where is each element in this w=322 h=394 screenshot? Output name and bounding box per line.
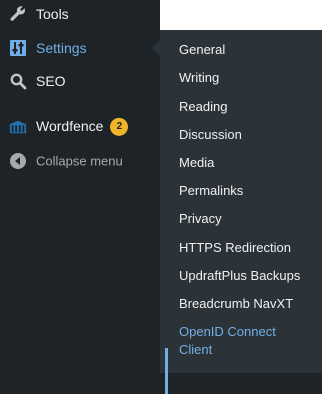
submenu-item-openid-connect-client[interactable]: OpenID Connect Client bbox=[160, 323, 322, 359]
menu-item-label: Collapse menu bbox=[36, 153, 123, 169]
collapse-menu-button[interactable]: Collapse menu bbox=[0, 144, 160, 178]
submenu-item-privacy[interactable]: Privacy bbox=[160, 210, 322, 228]
menu-item-label: Wordfence bbox=[36, 117, 104, 134]
content-area bbox=[160, 0, 322, 30]
admin-sidebar-menu: Tools Settings SEO Wordfence 2 Collapse … bbox=[0, 0, 160, 373]
notification-badge: 2 bbox=[110, 118, 129, 137]
menu-item-tools[interactable]: Tools bbox=[0, 0, 160, 31]
wrench-icon bbox=[9, 5, 27, 23]
submenu-item-updraftplus-backups[interactable]: UpdraftPlus Backups bbox=[160, 267, 322, 285]
submenu-item-permalinks[interactable]: Permalinks bbox=[160, 182, 322, 200]
submenu-item-https-redirection[interactable]: HTTPS Redirection bbox=[160, 239, 322, 257]
menu-item-label: Tools bbox=[36, 6, 69, 22]
menu-item-settings[interactable]: Settings bbox=[0, 31, 160, 65]
collapse-arrow-icon bbox=[9, 152, 27, 170]
submenu-item-label: OpenID Connect bbox=[179, 324, 276, 339]
wordfence-icon bbox=[9, 118, 27, 136]
submenu-item-writing[interactable]: Writing bbox=[160, 69, 322, 87]
menu-item-label: SEO bbox=[36, 73, 66, 89]
submenu-item-media[interactable]: Media bbox=[160, 154, 322, 172]
submenu-item-general[interactable]: General bbox=[160, 41, 322, 59]
submenu-item-discussion[interactable]: Discussion bbox=[160, 126, 322, 144]
settings-submenu: General Writing Reading Discussion Media… bbox=[160, 30, 322, 394]
settings-sliders-icon bbox=[9, 39, 27, 57]
search-icon bbox=[9, 72, 27, 90]
menu-item-seo[interactable]: SEO bbox=[0, 64, 160, 98]
submenu-item-breadcrumb-navxt[interactable]: Breadcrumb NavXT bbox=[160, 295, 322, 313]
submenu-pointer bbox=[152, 40, 160, 56]
submenu-item-reading[interactable]: Reading bbox=[160, 98, 322, 116]
submenu-item-label: Client bbox=[179, 342, 213, 357]
menu-item-label: Settings bbox=[36, 40, 87, 56]
menu-item-wordfence[interactable]: Wordfence 2 bbox=[0, 110, 160, 144]
